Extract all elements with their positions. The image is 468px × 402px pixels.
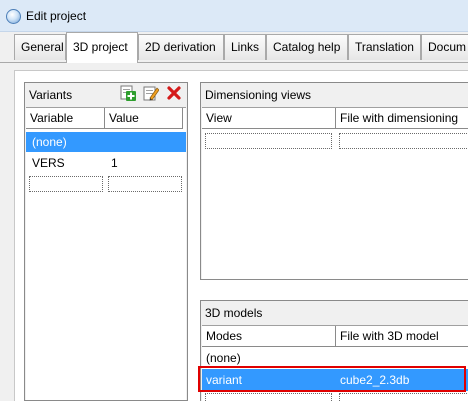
models-col-file[interactable]: File with 3D model xyxy=(336,326,468,347)
tab-general[interactable]: General xyxy=(14,34,66,60)
models-cell-mode[interactable]: (none) xyxy=(203,348,333,368)
delete-icon[interactable] xyxy=(166,85,182,101)
tab-translation[interactable]: Translation xyxy=(348,34,421,60)
variants-new-value-cell[interactable] xyxy=(108,176,182,192)
app-icon xyxy=(6,9,21,24)
dimensioning-views-title: Dimensioning views xyxy=(205,88,312,102)
variants-new-variable-cell[interactable] xyxy=(29,176,103,192)
tab-2d-derivation[interactable]: 2D derivation xyxy=(138,34,224,60)
tab-3d-project[interactable]: 3D project xyxy=(66,32,138,63)
models-3d-title: 3D models xyxy=(205,306,263,320)
dimensioning-col-file[interactable]: File with dimensioning xyxy=(336,108,468,129)
add-icon[interactable] xyxy=(120,85,136,101)
dimensioning-new-file-cell[interactable] xyxy=(339,133,468,149)
dimensioning-new-view-cell[interactable] xyxy=(205,133,332,149)
title-bar: Edit project xyxy=(0,0,468,32)
highlight-box xyxy=(198,366,466,392)
tab-catalog-help[interactable]: Catalog help xyxy=(266,34,348,60)
edit-icon[interactable] xyxy=(143,85,159,101)
models-col-modes[interactable]: Modes xyxy=(202,326,336,347)
dimensioning-views-grid[interactable]: View File with dimensioning xyxy=(202,107,468,279)
dimensioning-views-panel: Dimensioning views View File with dimens… xyxy=(200,82,468,280)
tab-links[interactable]: Links xyxy=(224,34,266,60)
variants-cell-variable: (none) xyxy=(32,135,67,149)
window-title: Edit project xyxy=(26,9,87,23)
variants-cell-variable[interactable]: VERS xyxy=(29,153,104,173)
variants-col-value[interactable]: Value xyxy=(105,108,183,129)
tab-documentation[interactable]: Docum xyxy=(421,34,468,60)
dimensioning-col-view[interactable]: View xyxy=(202,108,336,129)
variants-col-variable[interactable]: Variable xyxy=(26,108,105,129)
variants-title: Variants xyxy=(29,88,73,102)
variants-grid[interactable]: Variable Value (none) VERS 1 xyxy=(26,107,186,400)
variants-cell-value[interactable]: 1 xyxy=(108,153,183,173)
variants-panel: Variants Variable Value (none) VERS 1 xyxy=(24,82,188,401)
variants-row-selected[interactable]: (none) xyxy=(26,132,186,152)
